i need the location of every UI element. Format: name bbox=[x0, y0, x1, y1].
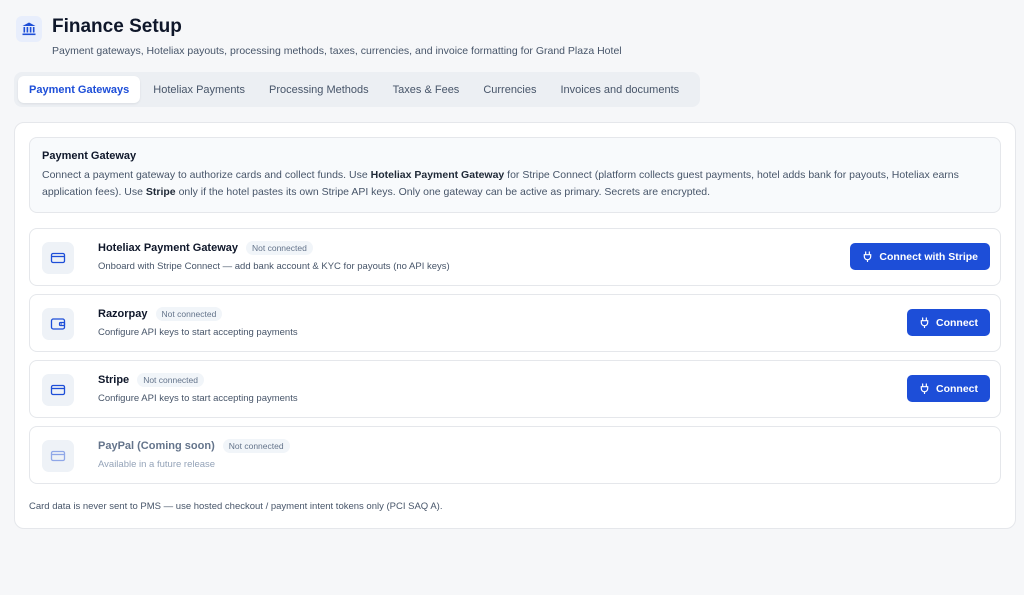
tab-hoteliax-payments[interactable]: Hoteliax Payments bbox=[142, 76, 256, 103]
status-badge: Not connected bbox=[222, 439, 290, 453]
credit-card-icon bbox=[42, 440, 74, 472]
connect-with-stripe-button[interactable]: Connect with Stripe bbox=[850, 243, 990, 270]
plug-icon bbox=[919, 317, 930, 328]
info-emphasis-stripe: Stripe bbox=[145, 186, 176, 198]
gateway-description: Onboard with Stripe Connect — add bank a… bbox=[98, 261, 450, 272]
credit-card-icon bbox=[42, 374, 74, 406]
credit-card-icon bbox=[42, 242, 74, 274]
gateway-card-paypal: PayPal (Coming soon) Not connected Avail… bbox=[29, 426, 1001, 484]
tab-processing-methods[interactable]: Processing Methods bbox=[258, 76, 380, 103]
gateway-description: Configure API keys to start accepting pa… bbox=[98, 327, 298, 338]
payment-gateways-panel: Payment Gateway Connect a payment gatewa… bbox=[14, 122, 1016, 529]
plug-icon bbox=[919, 383, 930, 394]
tab-payment-gateways[interactable]: Payment Gateways bbox=[18, 76, 141, 103]
info-emphasis-hoteliax: Hoteliax Payment Gateway bbox=[370, 169, 505, 181]
gateway-name: Hoteliax Payment Gateway bbox=[98, 242, 239, 254]
plug-icon bbox=[862, 251, 873, 262]
info-text: Connect a payment gateway to authorize c… bbox=[42, 169, 371, 181]
info-body: Connect a payment gateway to authorize c… bbox=[42, 167, 988, 201]
gateway-card-hoteliax: Hoteliax Payment Gateway Not connected O… bbox=[29, 228, 1001, 286]
gateway-name: Stripe bbox=[98, 374, 130, 386]
button-label: Connect with Stripe bbox=[879, 250, 978, 263]
status-badge: Not connected bbox=[155, 307, 223, 321]
gateway-description: Available in a future release bbox=[98, 459, 216, 470]
gateway-name: PayPal (Coming soon) bbox=[98, 440, 215, 452]
status-badge: Not connected bbox=[246, 241, 313, 255]
gateway-name: Razorpay bbox=[98, 308, 148, 320]
pci-footnote: Card data is never sent to PMS — use hos… bbox=[29, 501, 443, 512]
gateway-title-row: Hoteliax Payment Gateway Not connected bbox=[98, 241, 313, 255]
gateway-card-razorpay: Razorpay Not connected Configure API key… bbox=[29, 294, 1001, 352]
status-badge: Not connected bbox=[137, 373, 205, 387]
gateway-title-row: Razorpay Not connected bbox=[98, 307, 223, 321]
tab-invoices-documents[interactable]: Invoices and documents bbox=[550, 76, 691, 103]
page-title: Finance Setup bbox=[52, 16, 182, 37]
tab-currencies[interactable]: Currencies bbox=[472, 76, 547, 103]
info-text: only if the hotel pastes its own Stripe … bbox=[175, 186, 711, 198]
gateway-title-row: Stripe Not connected bbox=[98, 373, 205, 387]
button-label: Connect bbox=[936, 316, 978, 329]
button-label: Connect bbox=[936, 382, 978, 395]
gateway-info-box: Payment Gateway Connect a payment gatewa… bbox=[29, 137, 1001, 213]
gateway-card-stripe: Stripe Not connected Configure API keys … bbox=[29, 360, 1001, 418]
bank-icon bbox=[16, 16, 42, 42]
connect-razorpay-button[interactable]: Connect bbox=[907, 309, 990, 336]
gateway-title-row: PayPal (Coming soon) Not connected bbox=[98, 439, 290, 453]
tab-taxes-fees[interactable]: Taxes & Fees bbox=[382, 76, 471, 103]
finance-tabs: Payment Gateways Hoteliax Payments Proce… bbox=[14, 72, 700, 107]
info-title: Payment Gateway bbox=[42, 150, 137, 162]
page-header: Finance Setup bbox=[16, 14, 182, 42]
connect-stripe-button[interactable]: Connect bbox=[907, 375, 990, 402]
wallet-icon bbox=[42, 308, 74, 340]
gateway-description: Configure API keys to start accepting pa… bbox=[98, 393, 298, 404]
page-subtitle: Payment gateways, Hoteliax payouts, proc… bbox=[52, 45, 622, 57]
